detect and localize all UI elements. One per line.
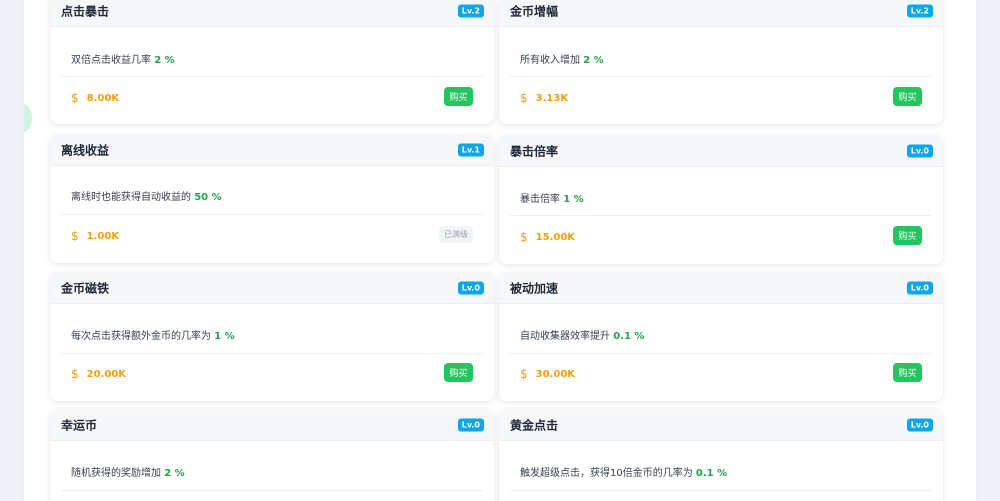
side-glow-decoration xyxy=(24,104,32,132)
upgrades-panel: 点击暴击 Lv.2 双倍点击收益几率 2 % $ 8.00K 购买 金币增幅 L… xyxy=(24,0,976,501)
price: $ 3.13K xyxy=(520,91,568,105)
level-badge: Lv.0 xyxy=(457,418,484,432)
price-value: 20.00K xyxy=(86,368,127,380)
card-description: 随机获得的奖励增加 2 % xyxy=(71,464,185,479)
card-header: 金币磁铁 Lv.0 xyxy=(50,273,494,304)
description-value: 0.1 % xyxy=(613,331,645,342)
description-text: 离线时也能获得自动收益的 xyxy=(71,192,191,203)
level-badge: Lv.0 xyxy=(906,418,933,432)
card-description: 每次点击获得额外金币的几率为 1 % xyxy=(71,327,235,342)
card-divider xyxy=(510,490,932,491)
description-value: 0.1 % xyxy=(695,468,728,479)
card-title: 点击暴击 xyxy=(61,4,110,19)
description-text: 双倍点击收益几率 xyxy=(71,55,151,66)
card-title: 暴击倍率 xyxy=(510,144,559,159)
card-title: 幸运币 xyxy=(61,418,98,433)
maxed-status: 已满级 xyxy=(439,226,473,243)
upgrade-card-offline-income: 离线收益 Lv.1 离线时也能获得自动收益的 50 % $ 1.00K 已满级 xyxy=(50,135,494,263)
level-badge: Lv.1 xyxy=(457,143,484,157)
card-divider xyxy=(61,353,483,354)
dollar-icon: $ xyxy=(520,367,528,381)
upgrade-card-coin-boost: 金币增幅 Lv.2 所有收入增加 2 % $ 3.13K 购买 xyxy=(499,0,943,124)
description-text: 暴击倍率 xyxy=(520,194,560,205)
buy-button[interactable]: 购买 xyxy=(444,363,473,382)
description-value: 2 % xyxy=(164,468,185,479)
card-divider xyxy=(510,353,932,354)
upgrade-card-passive-speed: 被动加速 Lv.0 自动收集器效率提升 0.1 % $ 30.00K 购买 xyxy=(499,273,943,401)
dollar-icon: $ xyxy=(71,367,79,381)
card-title: 金币增幅 xyxy=(510,4,559,19)
card-description: 所有收入增加 2 % xyxy=(520,51,604,66)
card-header: 暴击倍率 Lv.0 xyxy=(499,136,943,167)
dollar-icon: $ xyxy=(520,230,528,244)
card-description: 触发超级点击，获得10倍金币的几率为 0.1 % xyxy=(520,464,727,479)
buy-button[interactable]: 购买 xyxy=(893,363,922,382)
level-badge: Lv.0 xyxy=(457,281,484,295)
description-value: 2 % xyxy=(583,55,604,66)
card-header: 离线收益 Lv.1 xyxy=(50,135,494,166)
dollar-icon: $ xyxy=(71,229,79,243)
buy-button[interactable]: 购买 xyxy=(893,87,922,106)
card-header: 金币增幅 Lv.2 xyxy=(499,0,943,27)
price: $ 20.00K xyxy=(71,367,126,381)
card-description: 双倍点击收益几率 2 % xyxy=(71,51,175,66)
description-value: 50 % xyxy=(194,192,222,203)
price-value: 3.13K xyxy=(535,92,569,104)
description-text: 自动收集器效率提升 xyxy=(520,331,610,342)
card-title: 黄金点击 xyxy=(510,418,559,433)
description-value: 1 % xyxy=(214,331,235,342)
card-header: 黄金点击 Lv.0 xyxy=(499,410,943,441)
card-divider xyxy=(61,76,483,77)
card-divider xyxy=(510,76,932,77)
price: $ 1.00K xyxy=(71,229,119,243)
description-value: 2 % xyxy=(154,55,175,66)
card-header: 幸运币 Lv.0 xyxy=(50,410,494,441)
price-value: 30.00K xyxy=(535,368,576,380)
description-value: 1 % xyxy=(563,194,584,205)
card-description: 离线时也能获得自动收益的 50 % xyxy=(71,188,222,203)
card-divider xyxy=(61,214,483,215)
card-description: 暴击倍率 1 % xyxy=(520,190,584,205)
card-divider xyxy=(510,215,932,216)
price: $ 30.00K xyxy=(520,367,575,381)
upgrade-card-lucky-coin: 幸运币 Lv.0 随机获得的奖励增加 2 % xyxy=(50,410,494,501)
price-value: 8.00K xyxy=(86,92,120,104)
description-text: 每次点击获得额外金币的几率为 xyxy=(71,331,211,342)
card-header: 被动加速 Lv.0 xyxy=(499,273,943,304)
price: $ 15.00K xyxy=(520,230,575,244)
card-description: 自动收集器效率提升 0.1 % xyxy=(520,327,644,342)
level-badge: Lv.2 xyxy=(906,4,933,18)
card-title: 被动加速 xyxy=(510,281,559,296)
level-badge: Lv.2 xyxy=(457,4,484,18)
dollar-icon: $ xyxy=(71,91,79,105)
buy-button[interactable]: 购买 xyxy=(444,87,473,106)
upgrade-card-coin-magnet: 金币磁铁 Lv.0 每次点击获得额外金币的几率为 1 % $ 20.00K 购买 xyxy=(50,273,494,401)
upgrade-card-click-crit: 点击暴击 Lv.2 双倍点击收益几率 2 % $ 8.00K 购买 xyxy=(50,0,494,124)
dollar-icon: $ xyxy=(520,91,528,105)
upgrade-card-crit-multiplier: 暴击倍率 Lv.0 暴击倍率 1 % $ 15.00K 购买 xyxy=(499,136,943,264)
level-badge: Lv.0 xyxy=(906,144,933,158)
description-text: 所有收入增加 xyxy=(520,55,580,66)
upgrade-card-golden-click: 黄金点击 Lv.0 触发超级点击，获得10倍金币的几率为 0.1 % xyxy=(499,410,943,501)
card-divider xyxy=(61,490,483,491)
card-title: 金币磁铁 xyxy=(61,281,110,296)
description-text: 触发超级点击，获得10倍金币的几率为 xyxy=(520,468,693,479)
card-header: 点击暴击 Lv.2 xyxy=(50,0,494,27)
buy-button[interactable]: 购买 xyxy=(893,226,922,245)
price-value: 15.00K xyxy=(535,231,576,243)
level-badge: Lv.0 xyxy=(906,281,933,295)
price: $ 8.00K xyxy=(71,91,119,105)
price-value: 1.00K xyxy=(86,230,120,242)
description-text: 随机获得的奖励增加 xyxy=(71,468,161,479)
card-title: 离线收益 xyxy=(61,143,110,158)
